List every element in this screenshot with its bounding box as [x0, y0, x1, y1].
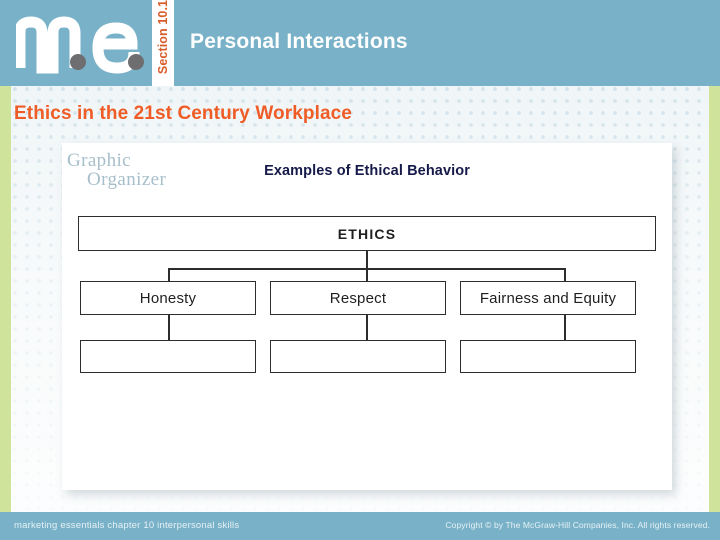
section-label: Section 10.1 [156, 0, 170, 75]
ethics-hierarchy-diagram: ETHICS Honesty Respect Fairness and Equi… [78, 216, 656, 392]
diagram-root-box: ETHICS [78, 216, 656, 251]
connector-to-branch-3 [564, 268, 566, 281]
organizer-title: Examples of Ethical Behavior [264, 163, 470, 179]
diagram-branch-box-3: Fairness and Equity [460, 281, 636, 315]
connector-to-answer-3 [564, 315, 566, 340]
connector-to-answer-1 [168, 315, 170, 340]
connector-to-branch-2 [366, 268, 368, 281]
page-title: Ethics in the 21st Century Workplace [14, 103, 352, 124]
diagram-branch-box-1: Honesty [80, 281, 256, 315]
slide-canvas: Section 10.1 Personal Interactions Ethic… [0, 0, 720, 540]
diagram-answer-box-3[interactable] [460, 340, 636, 373]
content-panel: Graphic Organizer Examples of Ethical Be… [62, 143, 672, 490]
connector-to-answer-2 [366, 315, 368, 340]
diagram-answer-box-2[interactable] [270, 340, 446, 373]
connector-root-stem [366, 251, 368, 269]
footer-copyright: Copyright © by The McGraw-Hill Companies… [445, 520, 710, 530]
me-logo [16, 10, 146, 76]
connector-to-branch-1 [168, 268, 170, 281]
diagram-branch-box-2: Respect [270, 281, 446, 315]
header-title: Personal Interactions [190, 30, 408, 53]
diagram-answer-box-1[interactable] [80, 340, 256, 373]
left-green-stripe [0, 86, 11, 512]
footer-band: marketing essentials chapter 10 interper… [0, 512, 720, 540]
header-band: Section 10.1 Personal Interactions [0, 0, 720, 86]
section-strip: Section 10.1 [152, 0, 174, 86]
right-green-stripe [709, 86, 720, 512]
footer-source-text: marketing essentials chapter 10 interper… [14, 520, 240, 531]
